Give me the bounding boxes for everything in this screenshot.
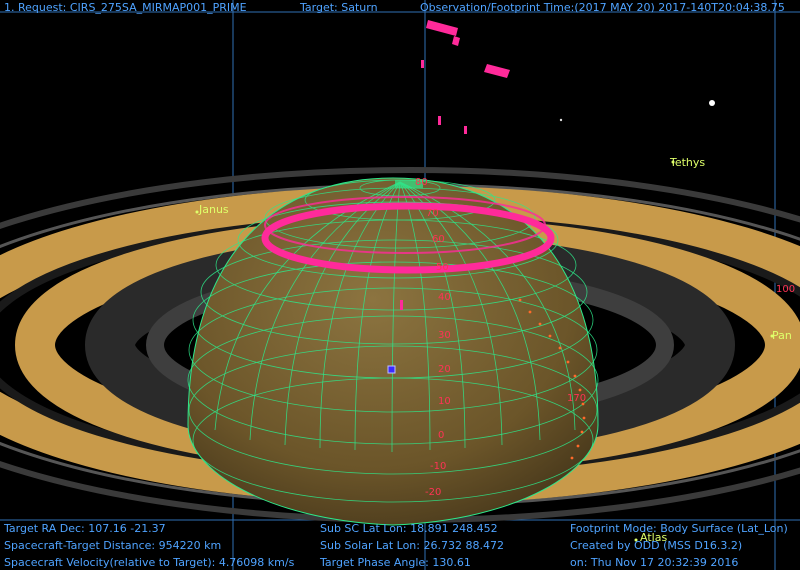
footprint-patch	[426, 20, 458, 36]
observation-time-label: Observation/Footprint Time:(2017 MAY 20)…	[420, 1, 785, 14]
lon-label-170: 170	[567, 393, 587, 404]
lon-label-100: 100	[776, 284, 796, 295]
lat-label-20: 20	[438, 364, 451, 375]
footprint-patch	[438, 116, 441, 125]
target-label: Target: Saturn	[300, 1, 378, 14]
sub-solar-label: Sub Solar Lat Lon: 26.732 88.472	[320, 539, 504, 552]
footprint-patch	[400, 300, 403, 310]
request-label: 1. Request: CIRS_275SA_MIRMAP001_PRIME	[4, 1, 247, 14]
footprint-patch	[484, 64, 510, 78]
lat-label-70: 70	[426, 208, 439, 219]
distance-label: Spacecraft-Target Distance: 954220 km	[4, 539, 222, 552]
star	[559, 118, 563, 122]
phase-angle-label: Target Phase Angle: 130.61	[320, 556, 471, 569]
lat-label-minus10: -10	[430, 461, 447, 472]
lat-label-40: 40	[438, 292, 451, 303]
saturn-scene	[0, 0, 800, 570]
lat-label-10: 10	[438, 396, 451, 407]
sub-sc-label: Sub SC Lat Lon: 18.891 248.452	[320, 522, 498, 535]
ra-dec-label: Target RA Dec: 107.16 -21.37	[4, 522, 166, 535]
lat-label-minus20: -20	[425, 487, 442, 498]
lat-label-30: 30	[438, 330, 451, 341]
footprint-patch	[452, 36, 460, 46]
moon-label-janus: Janus	[199, 203, 229, 216]
sub-spacecraft-marker	[387, 365, 396, 374]
lat-label-50: 50	[436, 262, 449, 273]
viewer-canvas[interactable]: 1. Request: CIRS_275SA_MIRMAP001_PRIME T…	[0, 0, 800, 570]
created-by-label: Created by ODD (MSS D16.3.2)	[570, 539, 743, 552]
velocity-label: Spacecraft Velocity(relative to Target):…	[4, 556, 295, 569]
created-on-label: on: Thu Nov 17 20:32:39 2016	[570, 556, 739, 569]
footprint-mode-label: Footprint Mode: Body Surface (Lat_Lon)	[570, 522, 788, 535]
star	[709, 100, 715, 106]
lat-label-60: 60	[432, 234, 445, 245]
lat-label-0: 0	[438, 430, 445, 441]
footprint-patch	[421, 60, 424, 68]
lat-label-80: 80	[415, 177, 428, 188]
moon-label-pan: Pan	[772, 329, 792, 342]
footprint-patch	[464, 126, 467, 134]
moon-label-tethys: Tethys	[670, 156, 706, 169]
